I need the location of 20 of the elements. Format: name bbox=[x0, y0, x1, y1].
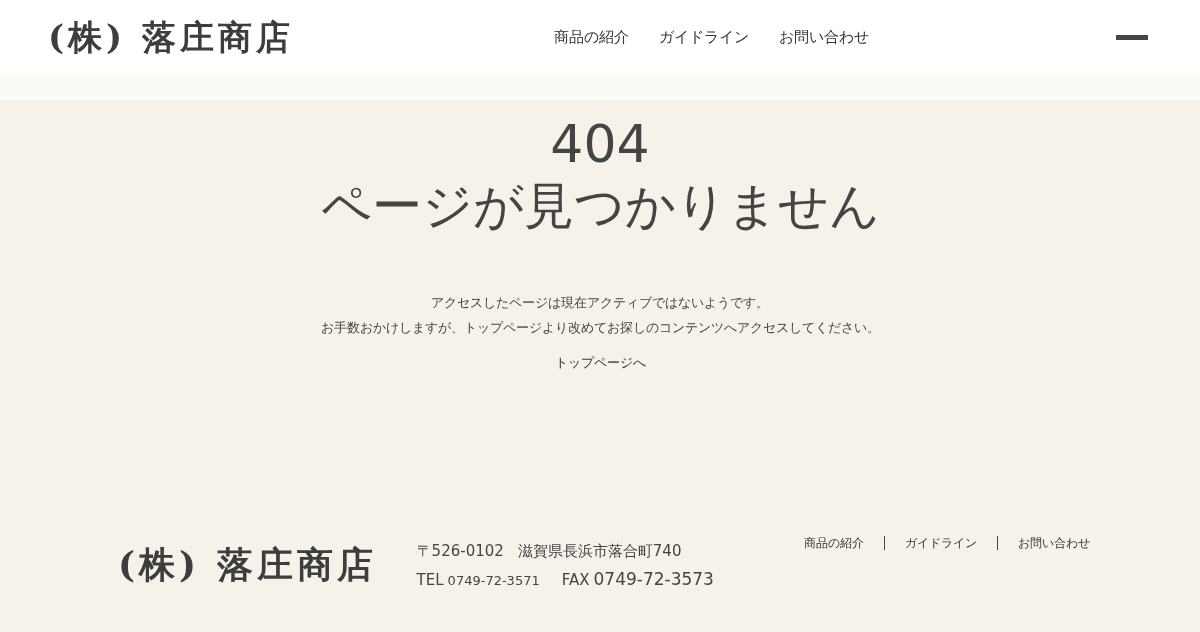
nav-link[interactable]: お問い合わせ bbox=[779, 28, 869, 47]
footer-nav-link[interactable]: ガイドライン bbox=[884, 536, 997, 550]
nav-link[interactable]: 商品の紹介 bbox=[554, 28, 629, 47]
menu-icon[interactable] bbox=[1116, 35, 1148, 40]
postal-code: 〒526-0102 bbox=[416, 542, 504, 561]
nav-link[interactable]: ガイドライン bbox=[659, 28, 749, 47]
footer-nav-link[interactable]: お問い合わせ bbox=[997, 536, 1090, 550]
footer-logo[interactable]: (株) 落庄商店 bbox=[118, 540, 377, 590]
fax-number: 0749-72-3573 bbox=[593, 569, 714, 589]
top-page-link[interactable]: トップページへ bbox=[554, 354, 646, 372]
fax-label: FAX bbox=[561, 571, 590, 589]
tel-number: 0749-72-3571 bbox=[447, 573, 540, 588]
error-message: お手数おかけしますが、トップページより改めてお探しのコンテンツへアクセスしてください。 bbox=[320, 319, 880, 337]
site-logo[interactable]: (株) 落庄商店 bbox=[48, 14, 294, 61]
error-code: 404 bbox=[550, 114, 650, 174]
error-title: ページが見つかりません bbox=[320, 176, 880, 237]
tel-label: TEL bbox=[416, 571, 444, 589]
error-message: アクセスしたページは現在アクティブではないようです。 bbox=[430, 294, 770, 312]
address: 滋賀県長浜市落合町740 bbox=[517, 542, 682, 561]
footer-nav-link[interactable]: 商品の紹介 bbox=[784, 536, 884, 550]
